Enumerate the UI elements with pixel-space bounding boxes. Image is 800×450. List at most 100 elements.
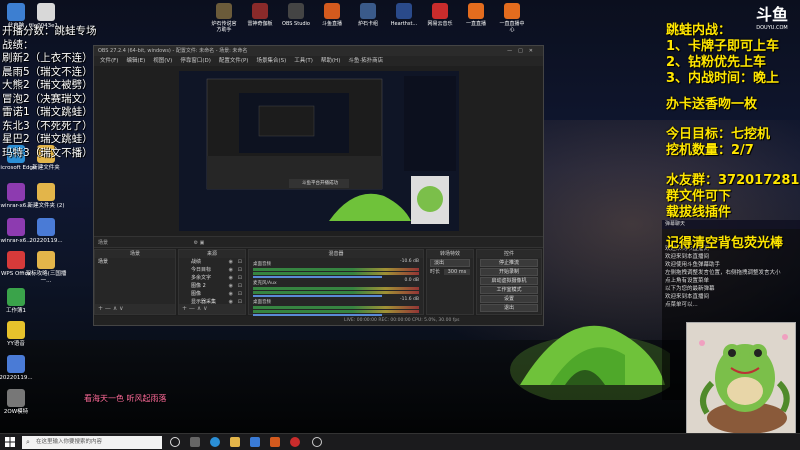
chat-lines: 欢迎来到本直播间 欢迎来到本直播间 欢迎使用斗鱼弹幕助手 左侧拖拽调整发言位置，右侧拖… [662,245,800,309]
scenes-panel: 场景 场景 + — ∧ ∨ [94,249,176,315]
obs-statusbar: LIVE: 00:00:00 REC: 00:00:00 CPU: 5.0%, … [94,316,543,325]
lock-icon[interactable]: ⊡ [238,266,242,274]
eye-icon[interactable]: ◉ [229,290,233,298]
control-button[interactable]: 退出 [480,304,538,312]
top-desktop-icon[interactable]: 网易云音乐 [426,3,454,27]
file-explorer-icon[interactable] [230,437,240,447]
eye-icon[interactable]: ◉ [229,274,233,282]
lock-icon[interactable]: ⊡ [238,258,242,266]
source-name: 战绩 [191,259,202,265]
top-desktop-icon[interactable]: 炉石卡组 [354,3,382,27]
windows-start-icon[interactable] [5,437,15,447]
obs-menu-item[interactable]: 视图(V) [153,58,172,64]
control-button[interactable]: 启动虚拟摄像机 [480,277,538,285]
douyu-taskbar-icon[interactable] [270,437,280,447]
mixer-channel-name: 桌面音频 [253,300,271,305]
source-item[interactable]: 图像 2 ◉ ⊡ [179,282,245,290]
chat-line: 左侧拖拽调整发言位置，右侧拖拽调整发言大小 [665,270,781,276]
mixer-channel-name: 桌面音频 [253,262,271,267]
desktop-icon[interactable]: 新建文件夹 (2) [24,183,68,210]
lock-icon[interactable]: ⊡ [238,282,242,290]
store-icon[interactable] [250,437,260,447]
desktop-app-icon [7,389,25,407]
control-button[interactable]: 设置 [480,295,538,303]
sources-title: 来源 [179,250,245,258]
source-item[interactable]: 今日目标 ◉ ⊡ [179,266,245,274]
overlay-stats-line: 星巴2（瑞文跳蛙） [2,133,93,145]
obs-menu-item[interactable]: 编辑(E) [126,58,145,64]
chat-line: 点上角有设置菜单 [665,278,710,284]
top-desktop-icon[interactable]: 一直直播 [462,3,490,27]
taskbar-widgets-icon[interactable] [190,437,200,447]
desktop-icon[interactable]: 20220119... [0,355,38,382]
control-button[interactable]: 开始录制 [480,268,538,276]
obs-taskbar-icon[interactable] [312,437,322,447]
eye-icon[interactable]: ◉ [229,266,233,274]
obs-titlebar[interactable]: OBS 27.2.4 (64-bit, windows) - 配置文件: 未命名… [94,46,543,56]
duration-input[interactable]: 300 ms [443,269,471,275]
eye-icon[interactable]: ◉ [229,258,233,266]
window-controls[interactable]: —□✕ [507,46,539,56]
scenes-title: 场景 [95,250,175,258]
eye-icon[interactable]: ◉ [229,282,233,290]
obs-menu-item[interactable]: 斗鱼·拓扑商店 [348,58,383,64]
desktop-app-icon [7,355,25,373]
desktop-icon[interactable]: 2OW模特 [0,389,38,416]
obs-menu-item[interactable]: 文件(F) [100,58,118,64]
transition-select[interactable]: 淡出 [430,259,470,267]
obs-menu-item[interactable]: 帮助(H) [321,58,340,64]
frog-mascot-image [686,322,796,440]
lock-icon[interactable]: ⊡ [238,290,242,298]
top-desktop-icon[interactable]: 斗鱼直播 [318,3,346,27]
source-item[interactable]: 多余文字 ◉ ⊡ [179,274,245,282]
desktop-icon[interactable]: YY语音 [0,321,38,348]
obs-menu-item[interactable]: 停靠窗口(D) [180,58,211,64]
obs-window[interactable]: OBS 27.2.4 (64-bit, windows) - 配置文件: 未命名… [93,45,544,326]
source-item[interactable]: 图像 ◉ ⊡ [179,290,245,298]
overlay-stats-line: 刷新2（上衣不连） [2,52,93,64]
top-desktop-icon[interactable]: 雷神奇伽板 [246,3,274,27]
overlay-announce-line: 3、内战时间：晚上 [666,71,780,86]
lock-icon[interactable]: ⊡ [238,274,242,282]
top-desktop-icon[interactable]: Hearthst... [390,3,418,27]
obs-menu-item[interactable]: 配置文件(P) [219,58,249,64]
app-icon [504,3,520,19]
top-desktop-icon[interactable]: 一直直播中心 [498,3,526,33]
obs-preview[interactable]: 斗鱼平台开播成功 [179,71,459,231]
desktop-icon[interactable]: 20220119... [24,218,68,245]
scene-item[interactable]: 场景 [95,258,175,266]
overlay-stats-line: 东北3（不死死了） [2,119,93,132]
source-name: 多余文字 [191,275,212,281]
sources-toolbar[interactable]: + — ∧ ∨ [179,304,245,314]
control-button[interactable]: 工作室模式 [480,286,538,294]
mixer-channel-db: -11.6 dB [399,297,419,302]
transitions-title: 转场特效 [427,250,473,258]
top-desktop-icon-label: 雷神奇伽板 [247,21,273,27]
top-desktop-icon[interactable]: OBS Studio [282,3,310,27]
duration-row: 时长 300 ms [427,268,473,277]
top-desktop-icon-label: Hearthst... [390,21,418,27]
top-desktop-icon-label: 斗鱼直播 [321,21,342,27]
obs-menu-item[interactable]: 工具(T) [294,58,313,64]
netease-music-icon[interactable] [290,437,300,447]
chat-header: 弹幕聊天 [662,220,800,229]
top-desktop-icon-label: 一直直播中心 [499,21,525,33]
top-desktop-icon[interactable]: 炉石传说官方助手 [210,3,238,33]
app-icon [252,3,268,19]
app-icon [324,3,340,19]
scenes-toolbar[interactable]: + — ∧ ∨ [95,304,175,314]
controls-title: 控件 [477,250,541,258]
overlay-clear: 记得清空背包荧光棒 [666,236,784,251]
task-view-icon[interactable] [170,437,180,447]
desktop-app-icon [7,251,25,269]
obs-menu-item[interactable]: 场景集合(S) [256,58,286,64]
volume-meter [253,291,419,294]
desktop-icon[interactable]: 工作簿1 [0,288,38,315]
overlay-stats-line: 晨雨5（瑞文不连） [2,65,93,78]
edge-icon[interactable] [210,437,220,447]
overlay-announce-line: 2、钻粉优先上车 [666,55,767,70]
taskbar-search-input[interactable]: 在这里输入你要搜索的内容 [22,436,162,449]
source-item[interactable]: 战绩 ◉ ⊡ [179,258,245,266]
desktop-icon[interactable]: 双标攻略(三国播一... [24,251,68,285]
control-button[interactable]: 停止推流 [480,259,538,267]
